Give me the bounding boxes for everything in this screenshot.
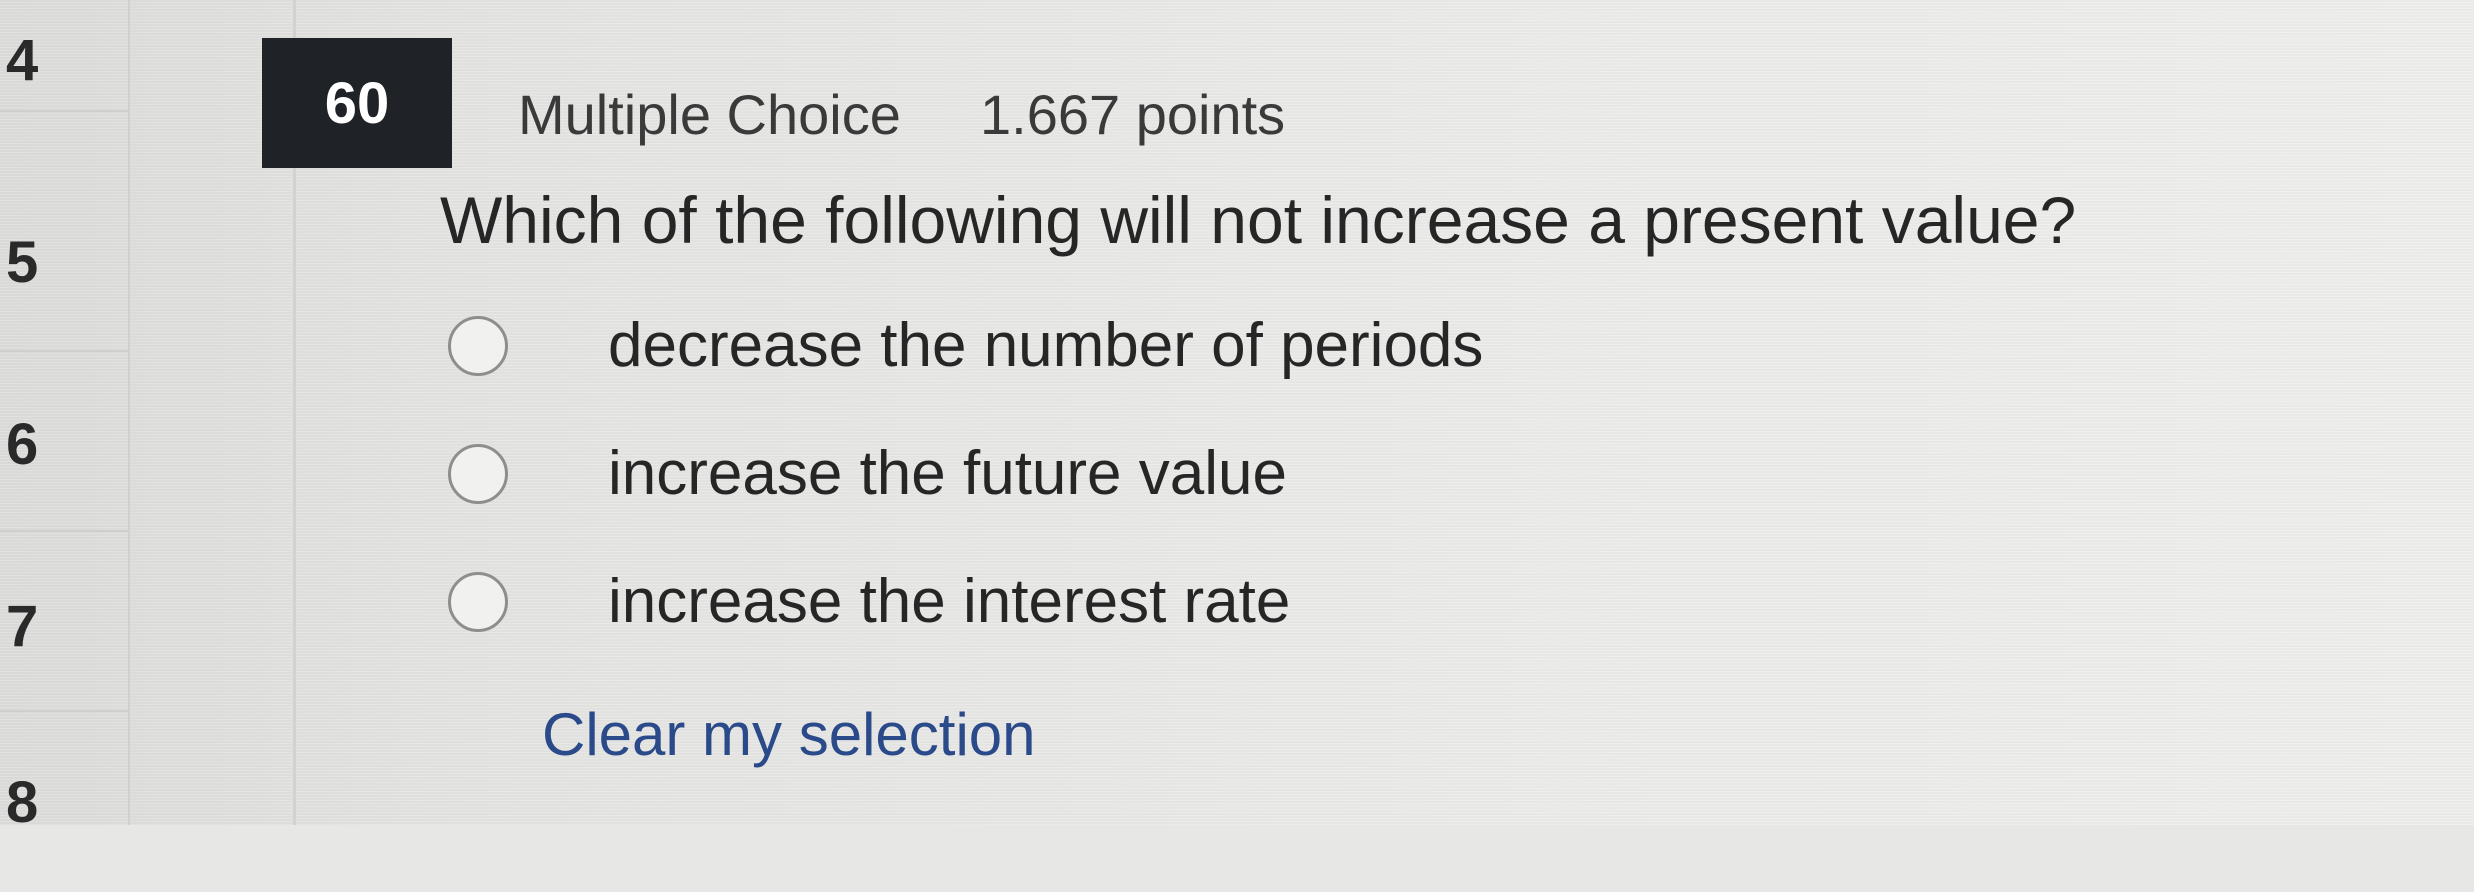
question-nav-item-5[interactable]: 5 xyxy=(0,172,128,352)
question-nav-item-4[interactable]: 4 xyxy=(0,0,128,112)
answer-option-3[interactable]: increase the interest rate xyxy=(440,548,1540,658)
radio-button[interactable] xyxy=(448,444,508,504)
question-nav-number: 5 xyxy=(6,230,39,295)
question-nav-number: 6 xyxy=(6,412,39,477)
question-nav-number: 4 xyxy=(6,28,39,93)
answer-option-label[interactable]: increase the interest rate xyxy=(608,566,1290,637)
question-nav-number: 8 xyxy=(6,770,39,835)
clear-selection-link[interactable]: Clear my selection xyxy=(542,700,1036,769)
answer-option-1[interactable]: decrease the number of periods xyxy=(440,292,1540,402)
radio-button[interactable] xyxy=(448,572,508,632)
question-nav-item-6[interactable]: 6 xyxy=(0,352,128,532)
question-type: Multiple Choice xyxy=(518,83,901,146)
question-nav-item-7[interactable]: 7 xyxy=(0,532,128,712)
question-points: 1.667 points xyxy=(980,83,1286,146)
answer-option-label[interactable]: decrease the number of periods xyxy=(608,310,1483,381)
question-nav-number: 7 xyxy=(6,594,39,659)
question-navigator: 4 5 6 7 8 xyxy=(0,0,130,832)
answer-option-2[interactable]: increase the future value xyxy=(440,420,1540,530)
question-prompt: Which of the following will not increase… xyxy=(440,183,2077,257)
radio-button[interactable] xyxy=(448,316,508,376)
question-number-badge: 60 xyxy=(262,38,452,168)
question-nav-item-8[interactable]: 8 xyxy=(0,712,128,892)
answer-option-label[interactable]: increase the future value xyxy=(608,438,1287,509)
